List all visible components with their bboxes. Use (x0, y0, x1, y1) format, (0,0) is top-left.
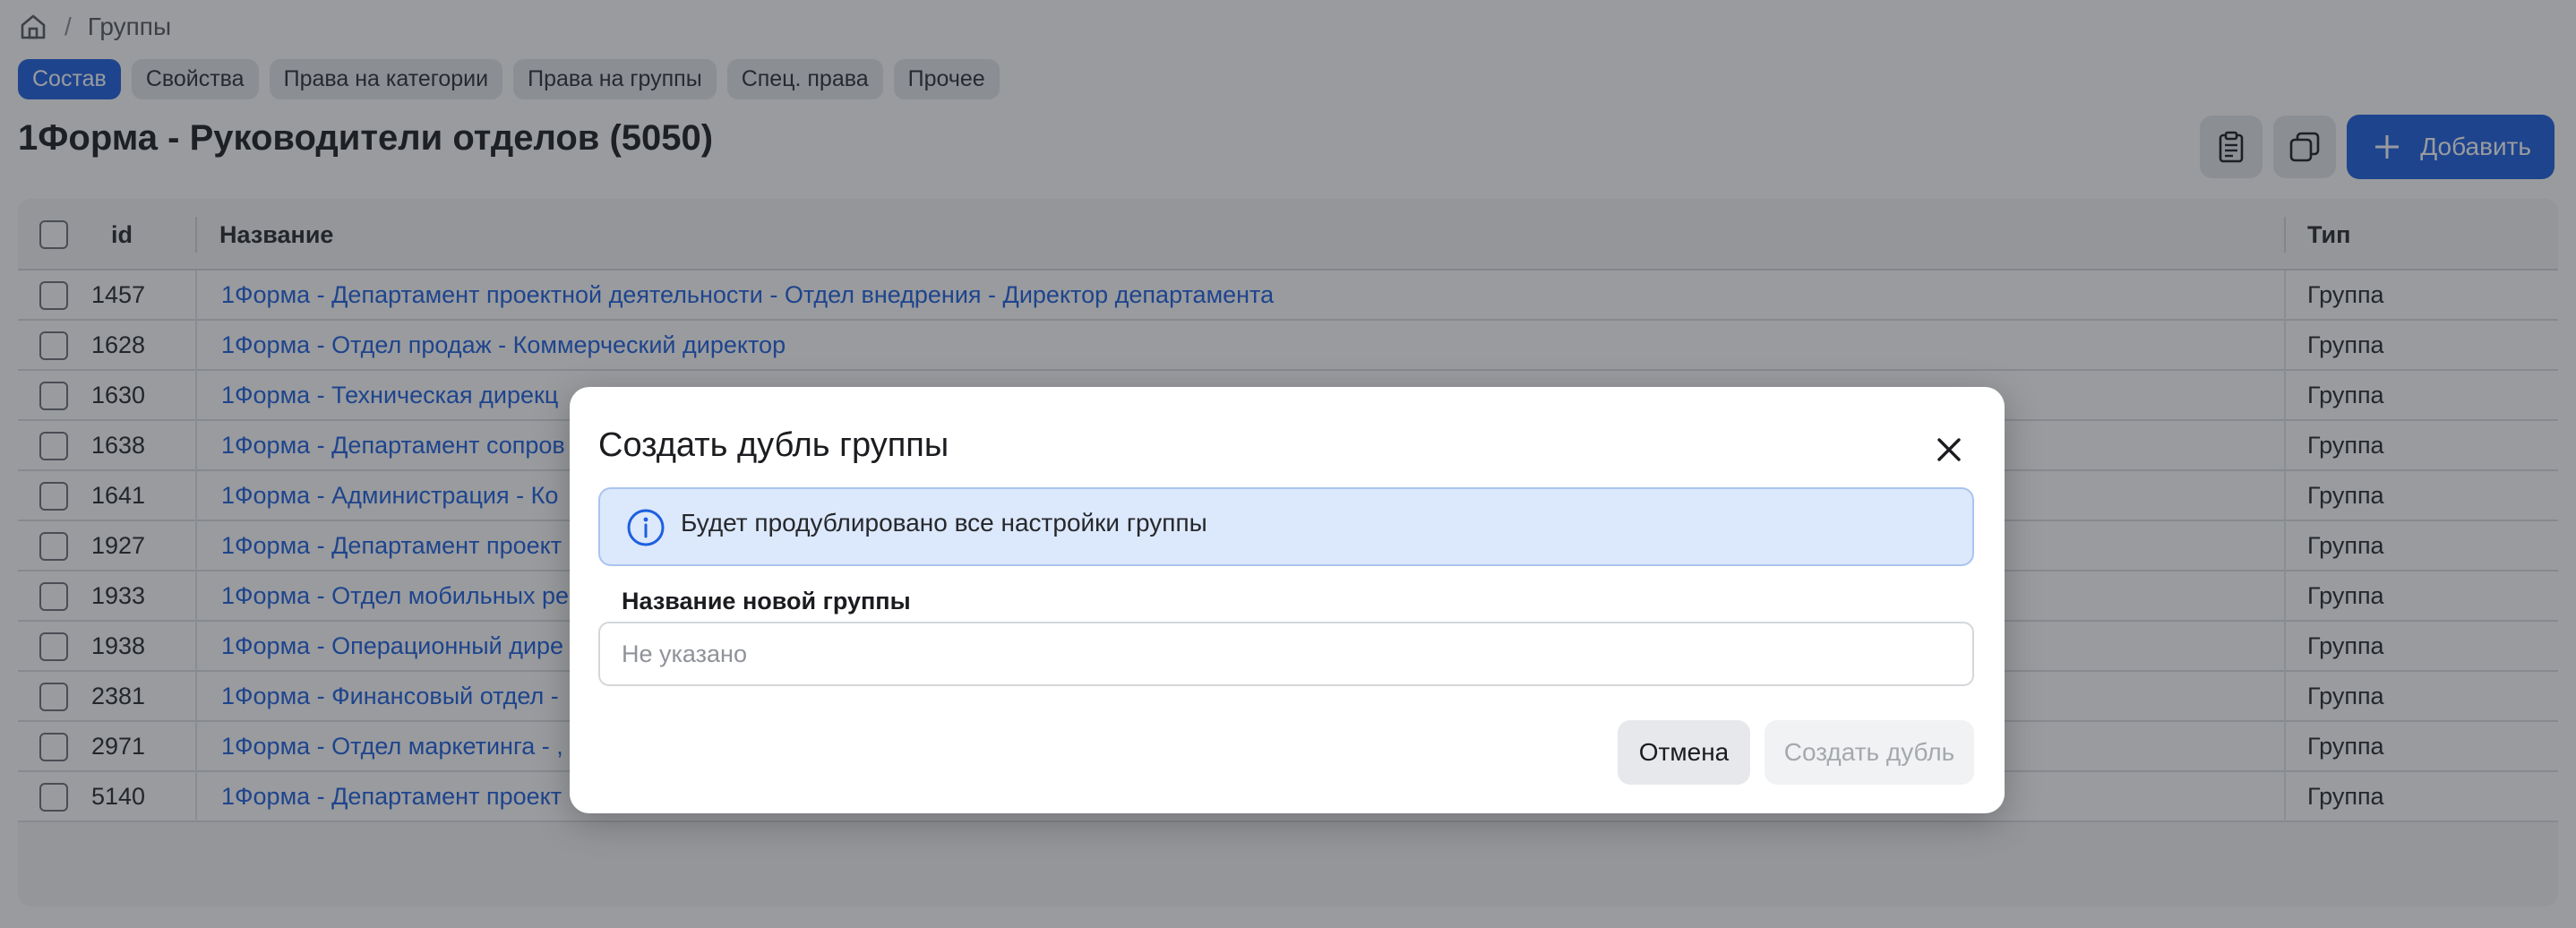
info-icon (627, 509, 665, 546)
duplicate-group-dialog: Создать дубль группы Будет продублирован… (570, 387, 2005, 813)
close-icon (1937, 438, 1961, 461)
cancel-button[interactable]: Отмена (1618, 720, 1750, 785)
info-alert: Будет продублировано все настройки групп… (598, 487, 1974, 566)
alert-text: Будет продублировано все настройки групп… (681, 509, 1207, 537)
new-group-name-input[interactable] (598, 622, 1974, 686)
dialog-title: Создать дубль группы (598, 426, 949, 464)
page: / Группы Состав Свойства Права на катего… (0, 0, 2576, 928)
create-duplicate-button[interactable]: Создать дубль (1765, 720, 1974, 785)
close-button[interactable] (1931, 432, 1967, 468)
new-group-name-label: Название новой группы (622, 588, 911, 614)
